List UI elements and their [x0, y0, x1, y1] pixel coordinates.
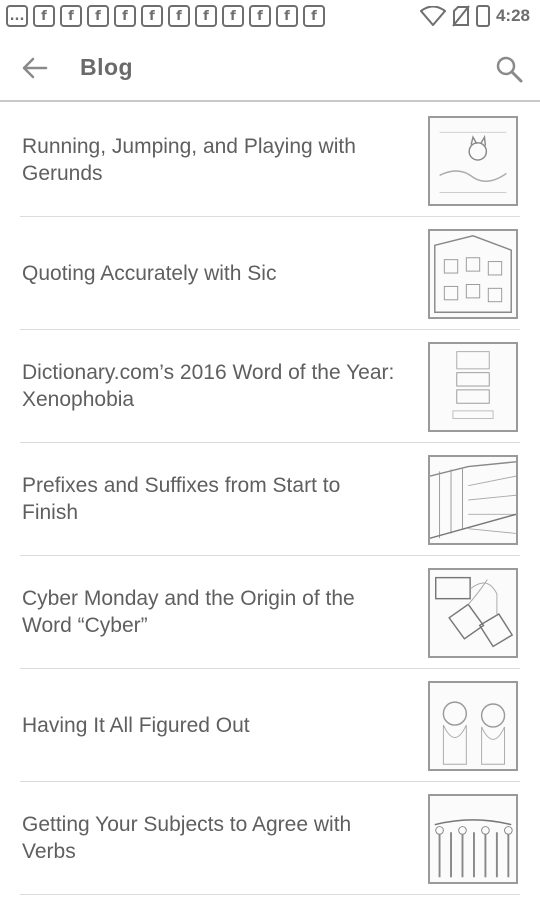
post-thumbnail [428, 229, 518, 319]
post-title: Cyber Monday and the Origin of the Word … [22, 587, 355, 637]
post-thumbnail [428, 681, 518, 771]
cat-illustration-icon [439, 131, 507, 194]
facebook-icon: f [60, 5, 82, 27]
facebook-icon: f [276, 5, 298, 27]
system-icons: 4:28 [419, 5, 530, 27]
blog-post-list: Running, Jumping, and Playing with Gerun… [0, 104, 540, 895]
word-of-year-badge-icon [452, 351, 494, 420]
puppies-photo-icon [442, 701, 506, 765]
status-bar: ... f f f f f f f f f f f 4:28 [0, 0, 540, 34]
facebook-icon: f [249, 5, 271, 27]
post-title: Prefixes and Suffixes from Start to Fini… [22, 474, 341, 524]
post-title: Getting Your Subjects to Agree with Verb… [22, 813, 352, 863]
app-toolbar: Blog [0, 34, 540, 102]
facebook-icon: f [303, 5, 325, 27]
list-item[interactable]: Dictionary.com’s 2016 Word of the Year: … [20, 330, 520, 443]
sale-tags-icon [435, 576, 514, 648]
list-item[interactable]: Having It All Figured Out [20, 669, 520, 782]
crowd-illustration-icon [434, 819, 513, 878]
notification-icons: ... f f f f f f f f f f f [6, 5, 325, 27]
facebook-icon: f [114, 5, 136, 27]
wifi-icon [419, 6, 446, 26]
list-item[interactable]: Getting Your Subjects to Agree with Verb… [20, 782, 520, 895]
more-notifications-icon: ... [6, 5, 28, 27]
list-item[interactable]: Prefixes and Suffixes from Start to Fini… [20, 443, 520, 556]
facebook-icon: f [168, 5, 190, 27]
list-item[interactable]: Running, Jumping, and Playing with Gerun… [20, 104, 520, 217]
facebook-icon: f [141, 5, 163, 27]
list-item[interactable]: Quoting Accurately with Sic [20, 217, 520, 330]
post-title: Dictionary.com’s 2016 Word of the Year: … [22, 361, 395, 411]
no-sim-icon [452, 5, 470, 27]
facebook-icon: f [195, 5, 217, 27]
post-title: Quoting Accurately with Sic [22, 261, 277, 285]
post-thumbnail [428, 455, 518, 545]
list-item[interactable]: Cyber Monday and the Origin of the Word … [20, 556, 520, 669]
clock: 4:28 [495, 6, 530, 25]
search-button[interactable] [494, 54, 524, 84]
search-icon [496, 56, 523, 83]
post-thumbnail [428, 342, 518, 432]
post-title: Having It All Figured Out [22, 713, 250, 737]
page-title: Blog [80, 54, 134, 80]
facebook-icon: f [87, 5, 109, 27]
post-thumbnail [428, 568, 518, 658]
building-illustration-icon [434, 235, 512, 313]
facebook-icon: f [33, 5, 55, 27]
facebook-icon: f [222, 5, 244, 27]
back-button[interactable] [20, 54, 50, 82]
post-thumbnail [428, 794, 518, 884]
battery-icon [475, 5, 490, 27]
post-title: Running, Jumping, and Playing with Gerun… [22, 135, 356, 185]
post-thumbnail [428, 116, 518, 206]
back-arrow-icon [22, 57, 48, 79]
city-perspective-icon [430, 461, 516, 539]
